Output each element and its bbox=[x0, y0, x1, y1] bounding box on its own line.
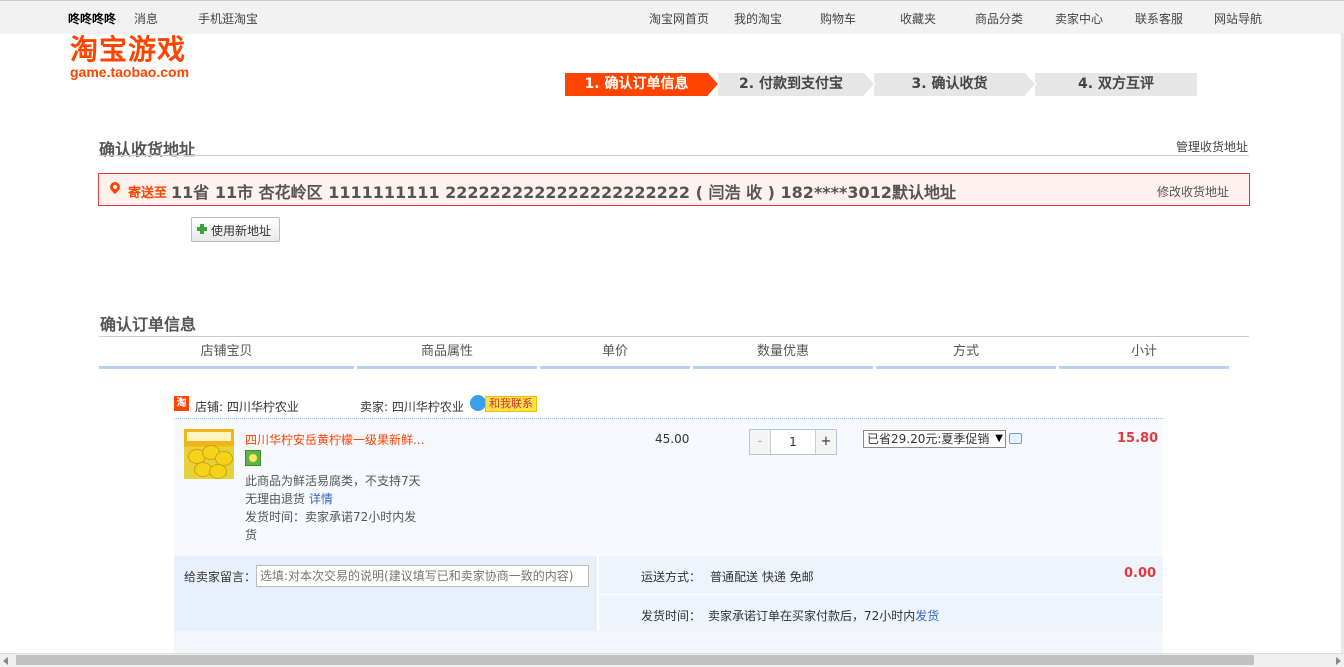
taobao-game-logo[interactable]: 淘宝游戏 game.taobao.com bbox=[70, 33, 190, 80]
username-link[interactable]: 咚咚咚咚 bbox=[68, 10, 116, 27]
delivery-time-link[interactable]: 发货 bbox=[915, 609, 939, 623]
column-header-subtotal: 小计 bbox=[1059, 338, 1229, 369]
edit-address-link[interactable]: 修改收货地址 bbox=[1157, 183, 1229, 200]
use-new-address-label: 使用新地址 bbox=[211, 224, 272, 238]
column-header-attributes: 商品属性 bbox=[357, 338, 537, 369]
nav-site-map-link[interactable]: 网站导航 bbox=[1214, 10, 1262, 27]
ship-to-label: 寄送至 bbox=[128, 186, 168, 201]
plus-icon bbox=[197, 224, 207, 234]
nav-favorites-link[interactable]: 收藏夹 bbox=[900, 10, 936, 27]
location-pin-icon bbox=[107, 179, 123, 195]
nav-categories-link[interactable]: 商品分类 bbox=[975, 10, 1023, 27]
shipping-fee: 0.00 bbox=[1124, 566, 1157, 581]
quantity-stepper: - 1 + bbox=[749, 429, 837, 455]
step-label: 1. 确认订单信息 bbox=[584, 76, 689, 92]
chat-icon[interactable] bbox=[1009, 433, 1022, 444]
nav-my-taobao-link[interactable]: 我的淘宝 bbox=[734, 10, 782, 27]
shop-name[interactable]: 店铺: 四川华柠农业 bbox=[195, 398, 299, 415]
step-confirm-receipt: 3. 确认收货 bbox=[874, 73, 1037, 96]
horizontal-scrollbar[interactable] bbox=[0, 653, 1344, 667]
logo-sub-text: game.taobao.com bbox=[70, 64, 190, 80]
messages-link[interactable]: 消息 bbox=[134, 10, 158, 27]
shop-icon: 淘 bbox=[174, 396, 189, 411]
item-thumbnail[interactable] bbox=[184, 429, 234, 479]
shipping-divider bbox=[599, 594, 1163, 595]
order-steps: 1. 确认订单信息 2. 付款到支付宝 3. 确认收货 4. 双方互评 bbox=[565, 73, 1197, 96]
order-footer-area bbox=[174, 631, 1163, 653]
quantity-input[interactable]: 1 bbox=[771, 430, 815, 454]
column-header-shop-item: 店铺宝贝 bbox=[99, 338, 354, 369]
promotion-select[interactable]: 已省29.20元:夏季促销 ▼ bbox=[863, 430, 1006, 448]
logo-main-text: 淘宝游戏 bbox=[70, 33, 187, 66]
column-header-quantity: 数量优惠 bbox=[693, 338, 873, 369]
nav-cart-link[interactable]: 购物车 bbox=[820, 10, 856, 27]
address-divider bbox=[99, 155, 1249, 156]
wangwang-icon bbox=[470, 395, 486, 411]
column-header-method: 方式 bbox=[876, 338, 1056, 369]
step-confirm-order: 1. 确认订单信息 bbox=[565, 73, 720, 96]
fresh-badge-icon bbox=[245, 450, 261, 466]
lemon-shape bbox=[209, 464, 227, 479]
top-bar: 咚咚咚咚 消息 手机逛淘宝 淘宝网首页 我的淘宝 购物车 收藏夹 商品分类 卖家… bbox=[0, 0, 1344, 34]
promotion-selected-value: 已省29.20元:夏季促销 bbox=[867, 432, 990, 446]
decrease-quantity-button[interactable]: - bbox=[750, 430, 771, 454]
manage-address-link[interactable]: 管理收货地址 bbox=[1176, 138, 1248, 155]
dropdown-caret-icon: ▼ bbox=[995, 433, 1003, 444]
contact-seller-label: 和我联系 bbox=[485, 396, 537, 412]
delivery-time-value: 卖家承诺订单在买家付款后，72小时内发货 bbox=[708, 607, 939, 624]
step-label: 2. 付款到支付宝 bbox=[739, 76, 843, 92]
thumbnail-banner bbox=[187, 432, 231, 441]
message-to-seller-input[interactable] bbox=[256, 565, 589, 587]
item-subtotal: 15.80 bbox=[1117, 431, 1159, 446]
scroll-right-arrow-icon[interactable] bbox=[1336, 657, 1341, 665]
item-detail-link[interactable]: 详情 bbox=[309, 492, 333, 506]
step-mutual-review: 4. 双方互评 bbox=[1035, 73, 1197, 96]
seller-name[interactable]: 卖家: 四川华柠农业 bbox=[360, 398, 464, 415]
delivery-time-label: 发货时间： bbox=[641, 609, 702, 623]
nav-seller-center-link[interactable]: 卖家中心 bbox=[1055, 10, 1103, 27]
step-label: 4. 双方互评 bbox=[1078, 76, 1154, 92]
column-header-unit-price: 单价 bbox=[540, 338, 690, 369]
nav-customer-service-link[interactable]: 联系客服 bbox=[1135, 10, 1183, 27]
order-divider bbox=[99, 336, 1249, 337]
shipping-method-label: 运送方式： bbox=[641, 570, 702, 584]
nav-home-link[interactable]: 淘宝网首页 bbox=[649, 10, 709, 27]
default-address-box[interactable]: 寄送至 11省 11市 杏花岭区 1111111111 222222222222… bbox=[98, 173, 1250, 206]
item-title-link[interactable]: 四川华柠安岳黄柠檬一级果新鲜... bbox=[245, 431, 424, 448]
step-label: 3. 确认收货 bbox=[911, 76, 988, 92]
address-text: 11省 11市 杏花岭区 1111111111 2222222222222222… bbox=[171, 183, 956, 202]
scroll-left-arrow-icon[interactable] bbox=[3, 657, 8, 665]
scrollbar-thumb[interactable] bbox=[16, 655, 1254, 665]
item-note: 此商品为鲜活易腐类，不支持7天无理由退货 详情 发货时间：卖家承诺72小时内发货 bbox=[245, 472, 425, 544]
delivery-time-text: 卖家承诺订单在买家付款后，72小时内 bbox=[708, 609, 916, 623]
item-unit-price: 45.00 bbox=[655, 432, 690, 446]
increase-quantity-button[interactable]: + bbox=[815, 430, 836, 454]
use-new-address-button[interactable]: 使用新地址 bbox=[191, 217, 280, 242]
mobile-taobao-link[interactable]: 手机逛淘宝 bbox=[198, 10, 258, 27]
step-pay-alipay: 2. 付款到支付宝 bbox=[718, 73, 876, 96]
item-ship-time: 发货时间：卖家承诺72小时内发货 bbox=[245, 510, 417, 542]
message-to-seller-label: 给卖家留言： bbox=[184, 570, 257, 584]
address-section-title: 确认收货地址 bbox=[99, 140, 196, 159]
order-section-title: 确认订单信息 bbox=[100, 315, 197, 334]
shipping-method-value: 普通配送 快递 免邮 bbox=[710, 570, 814, 584]
